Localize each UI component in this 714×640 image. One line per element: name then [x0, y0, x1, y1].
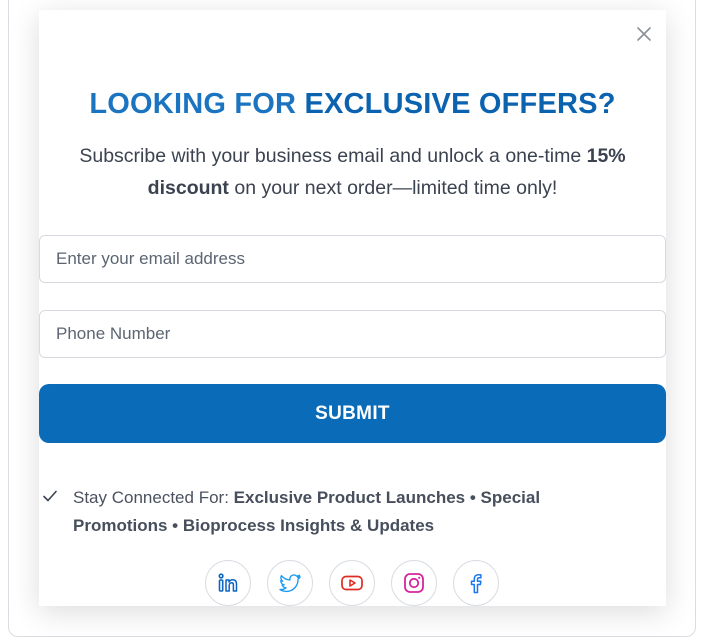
linkedin-icon[interactable]	[205, 560, 251, 606]
phone-field[interactable]	[39, 310, 666, 358]
email-field[interactable]	[39, 235, 666, 283]
popup-subtext: Subscribe with your business email and u…	[47, 140, 658, 204]
facebook-icon[interactable]	[453, 560, 499, 606]
youtube-icon[interactable]	[329, 560, 375, 606]
close-icon[interactable]	[634, 24, 654, 44]
stay-connected-text: Stay Connected For: Exclusive Product La…	[73, 484, 613, 540]
stay-prefix: Stay Connected For:	[73, 488, 229, 507]
social-links	[205, 560, 499, 606]
subtext-end: on your next order—limited time only!	[234, 177, 558, 199]
headline-light: LOOKING FOR	[89, 88, 297, 120]
submit-button[interactable]: SUBMIT	[39, 384, 666, 443]
popup-headline: LOOKING FOR EXCLUSIVE OFFERS?	[39, 86, 666, 122]
check-icon	[42, 488, 58, 504]
subtext-start: Subscribe with your business email and u…	[79, 145, 582, 167]
subscribe-popup: LOOKING FOR EXCLUSIVE OFFERS? Subscribe …	[39, 10, 666, 606]
headline-strong: EXCLUSIVE OFFERS?	[304, 88, 616, 120]
instagram-icon[interactable]	[391, 560, 437, 606]
twitter-icon[interactable]	[267, 560, 313, 606]
